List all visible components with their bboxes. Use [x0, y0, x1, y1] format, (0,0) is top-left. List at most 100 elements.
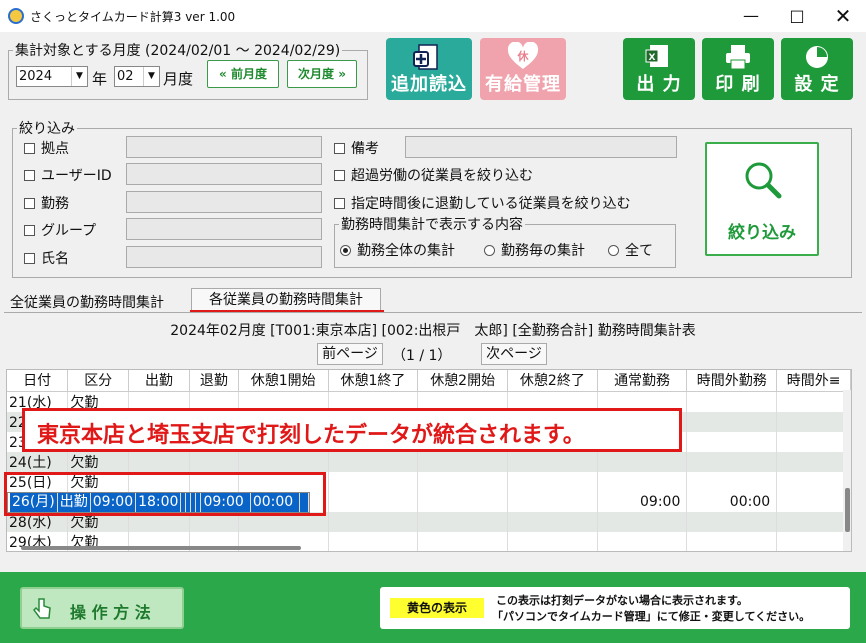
shift-checkbox[interactable]: 勤務: [24, 193, 69, 213]
maximize-icon[interactable]: □: [774, 0, 820, 32]
add-load-button[interactable]: 追加読込: [386, 38, 472, 100]
table-cell: [686, 471, 778, 492]
table-cell: [686, 431, 778, 452]
month-value: 02: [117, 69, 134, 84]
table-cell: [776, 491, 851, 512]
column-header[interactable]: 出勤: [128, 370, 190, 392]
group-label: グループ: [41, 223, 97, 239]
group-field[interactable]: [126, 218, 322, 240]
table-cell: [776, 391, 851, 412]
table-cell: [597, 531, 688, 551]
annotation-highlight-box: [4, 472, 326, 516]
late-leave-checkbox[interactable]: 指定時間後に退勤している従業員を絞り込む: [334, 193, 631, 213]
opt-both-radio[interactable]: 全て: [608, 240, 653, 260]
table-cell: [686, 451, 778, 472]
table-cell: [776, 531, 851, 551]
table-cell: [238, 552, 328, 553]
print-button[interactable]: 印 刷: [702, 38, 774, 100]
table-cell: [597, 451, 688, 472]
prev-month-button[interactable]: « 前月度: [207, 60, 279, 88]
column-header[interactable]: 休憩1開始: [238, 370, 329, 392]
table-cell: [597, 471, 688, 492]
opt-all-label: 勤務全体の集計: [357, 243, 455, 259]
prev-page-button[interactable]: 前ページ: [317, 343, 383, 365]
app-icon: [8, 8, 24, 24]
table-cell: 合計: [7, 552, 68, 553]
remarks-checkbox[interactable]: 備考: [334, 138, 379, 158]
tab-divider: [4, 312, 862, 313]
filter-apply-label: 絞り込み: [728, 223, 796, 243]
table-cell: [418, 552, 508, 553]
window-title: さくっとタイムカード計算3 ver 1.00: [30, 10, 236, 24]
table-cell: [776, 471, 851, 492]
table-row[interactable]: 合計 18:0000:00: [7, 552, 851, 553]
horizontal-scrollbar-thumb[interactable]: [21, 546, 301, 550]
table-cell: [507, 531, 598, 551]
next-month-button[interactable]: 次月度 »: [287, 60, 357, 88]
remarks-field[interactable]: [405, 136, 677, 158]
table-cell: 00:00: [686, 491, 778, 512]
table-cell: [777, 552, 851, 553]
user-id-field[interactable]: [126, 163, 322, 185]
close-icon[interactable]: ✕: [820, 0, 866, 32]
column-header[interactable]: 時間外≡: [776, 370, 851, 392]
overtime-label: 超過労働の従業員を絞り込む: [351, 168, 533, 184]
table-cell: [686, 511, 778, 532]
info-note-line2: 「パソコンでタイムカード管理」にて修正・変更してください。: [492, 610, 811, 623]
column-header[interactable]: 区分: [67, 370, 130, 392]
opt-all-radio[interactable]: 勤務全体の集計: [340, 240, 455, 260]
opt-each-radio[interactable]: 勤務毎の集計: [484, 240, 585, 260]
title-bar: さくっとタイムカード計算3 ver 1.00 — □ ✕: [0, 0, 866, 32]
table-cell: 18:00: [597, 552, 687, 553]
column-header[interactable]: 通常勤務: [597, 370, 688, 392]
name-field[interactable]: [126, 246, 322, 268]
column-header[interactable]: 休憩1終了: [328, 370, 419, 392]
year-value: 2024: [19, 69, 53, 84]
tab-each-employee[interactable]: 各従業員の勤務時間集計: [191, 288, 381, 312]
column-header[interactable]: 時間外勤務: [686, 370, 778, 392]
name-checkbox[interactable]: 氏名: [24, 248, 69, 268]
table-cell: [776, 451, 851, 472]
scrollbar-thumb[interactable]: [845, 488, 850, 532]
settings-button[interactable]: 設 定: [781, 38, 853, 100]
overtime-checkbox[interactable]: 超過労働の従業員を絞り込む: [334, 165, 533, 185]
vertical-scrollbar[interactable]: [843, 390, 851, 551]
year-select[interactable]: 2024 ▼: [16, 66, 88, 87]
leave-management-button[interactable]: 休 有給管理: [480, 38, 566, 100]
table-cell: [189, 552, 238, 553]
chevron-down-icon: ▼: [71, 67, 87, 86]
table-cell: [417, 471, 509, 492]
tab-all-employees[interactable]: 全従業員の勤務時間集計: [10, 292, 164, 312]
table-cell: [417, 511, 509, 532]
add-load-label: 追加読込: [391, 74, 467, 95]
page-indicator: （1 / 1）: [392, 348, 452, 364]
column-header[interactable]: 休憩2終了: [507, 370, 598, 392]
table-cell: [776, 411, 851, 432]
next-page-button[interactable]: 次ページ: [481, 343, 547, 365]
column-header[interactable]: 休憩2開始: [417, 370, 509, 392]
group-checkbox[interactable]: グループ: [24, 220, 96, 240]
base-field[interactable]: [126, 136, 322, 158]
table-cell: [417, 491, 509, 512]
manual-button[interactable]: 操 作 方 法: [20, 587, 184, 629]
output-button[interactable]: X 出 力: [623, 38, 695, 100]
table-cell: 09:00: [597, 491, 688, 512]
shift-field[interactable]: [126, 191, 322, 213]
base-checkbox[interactable]: 拠点: [24, 138, 69, 158]
user-id-checkbox[interactable]: ユーザーID: [24, 165, 112, 185]
table-row[interactable]: 24(土) 欠勤: [7, 451, 851, 472]
table-cell: 欠勤: [67, 451, 130, 472]
minimize-icon[interactable]: —: [728, 0, 774, 32]
attendance-grid[interactable]: 日付 区分 出勤 退勤 休憩1開始 休憩1終了 休憩2開始 休憩2終了 通常勤務 時間外勤務 時間外…: [6, 369, 852, 552]
filter-apply-button[interactable]: 絞り込み: [705, 142, 819, 256]
table-cell: [328, 451, 419, 472]
annotation-callout: 東京本店と埼玉支店で打刻したデータが統合されます。: [22, 408, 682, 452]
column-header[interactable]: 退勤: [189, 370, 239, 392]
column-header[interactable]: 日付: [7, 370, 69, 392]
table-cell: [507, 451, 598, 472]
table-cell: [507, 511, 598, 532]
late-leave-label: 指定時間後に退勤している従業員を絞り込む: [351, 196, 631, 212]
month-select[interactable]: 02 ▼: [114, 66, 160, 87]
print-label: 印 刷: [715, 74, 761, 95]
hand-pointer-icon: [33, 598, 51, 619]
